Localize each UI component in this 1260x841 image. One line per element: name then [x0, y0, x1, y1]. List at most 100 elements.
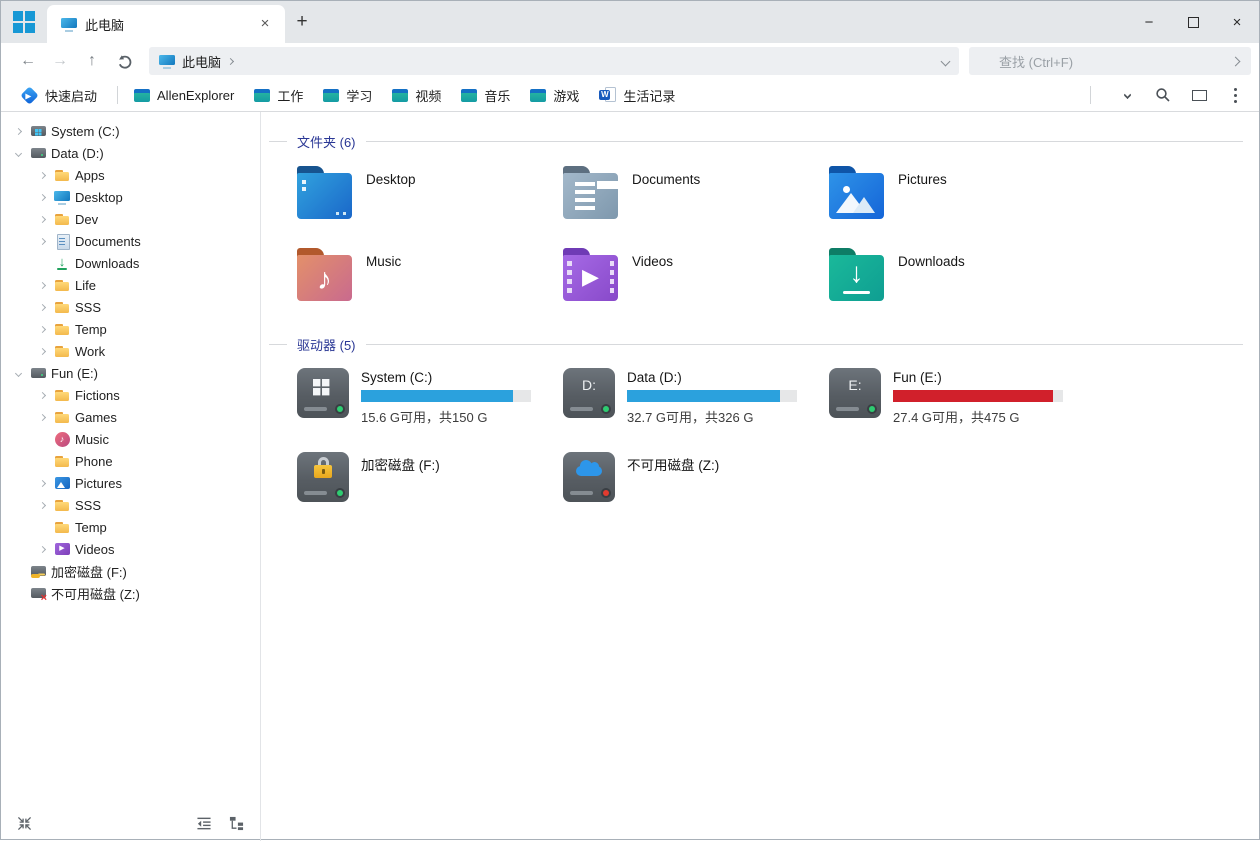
divider: [117, 86, 118, 104]
view-button[interactable]: [1185, 82, 1213, 108]
undo-button[interactable]: [109, 47, 139, 75]
folder-icon: [54, 343, 70, 359]
chevron-right-icon[interactable]: [35, 234, 49, 248]
sidebar-item-dev[interactable]: Dev: [1, 208, 260, 230]
collapse-all-button[interactable]: [17, 816, 32, 831]
folders-section-header[interactable]: 文件夹 (6): [297, 132, 1243, 151]
sidebar-item-system-c[interactable]: System (C:): [1, 120, 260, 142]
collapse-indent-button[interactable]: [196, 816, 212, 831]
new-tab-button[interactable]: +: [285, 1, 319, 43]
address-dropdown-icon[interactable]: [941, 56, 951, 66]
sidebar-item-music[interactable]: Music: [1, 428, 260, 450]
sidebar-item-downloads[interactable]: Downloads: [1, 252, 260, 274]
sidebar-item-fun-e[interactable]: Fun (E:): [1, 362, 260, 384]
maximize-button[interactable]: [1171, 1, 1215, 43]
back-button[interactable]: ←: [13, 47, 43, 75]
drives-section-header[interactable]: 驱动器 (5): [297, 335, 1243, 354]
search-expand-icon[interactable]: [1231, 56, 1241, 66]
chevron-right-icon[interactable]: [35, 278, 49, 292]
toolbar-item-life-notes[interactable]: W 生活记录: [597, 86, 677, 105]
more-options-button[interactable]: [1221, 82, 1249, 108]
chevron-right-icon[interactable]: [35, 388, 49, 402]
app-logo-button[interactable]: [1, 1, 47, 43]
sidebar-item-temp-d[interactable]: Temp: [1, 318, 260, 340]
sidebar-item-pictures[interactable]: Pictures: [1, 472, 260, 494]
folder-tile-music[interactable]: ♪ Music: [297, 247, 563, 309]
chevron-right-icon[interactable]: [35, 300, 49, 314]
sidebar-item-games[interactable]: Games: [1, 406, 260, 428]
sidebar-item-documents[interactable]: Documents: [1, 230, 260, 252]
sidebar-item-fictions[interactable]: Fictions: [1, 384, 260, 406]
drive-icon: [30, 365, 46, 381]
folder-tile-pictures[interactable]: Pictures: [829, 165, 1095, 227]
folder-icon: [54, 387, 70, 403]
double-chevron-down-icon: [1125, 94, 1130, 96]
toolbar-item-video[interactable]: 视频: [390, 86, 443, 105]
search-button[interactable]: [1149, 82, 1177, 108]
sidebar-item-sss-d[interactable]: SSS: [1, 296, 260, 318]
sidebar-item-sss-e[interactable]: SSS: [1, 494, 260, 516]
tab-close-icon[interactable]: ×: [255, 14, 275, 34]
sidebar-item-apps[interactable]: Apps: [1, 164, 260, 186]
breadcrumb-location[interactable]: 此电脑: [182, 52, 221, 71]
breadcrumb[interactable]: 此电脑: [149, 47, 959, 75]
toolbar-item-games[interactable]: 游戏: [528, 86, 581, 105]
folder-tile-desktop[interactable]: Desktop: [297, 165, 563, 227]
kebab-menu-icon: [1234, 88, 1237, 103]
folder-icon: [54, 409, 70, 425]
folder-tile-videos[interactable]: ▶ Videos: [563, 247, 829, 309]
folder-tile-downloads[interactable]: ↓ Downloads: [829, 247, 1095, 309]
chevron-spacer: [11, 564, 25, 578]
drive-tile-unavailable-z[interactable]: 不可用磁盘 (Z:): [563, 452, 829, 516]
sidebar-item-desktop[interactable]: Desktop: [1, 186, 260, 208]
word-document-icon: W: [599, 87, 616, 103]
chevron-right-icon[interactable]: [35, 190, 49, 204]
sidebar-item-temp-e[interactable]: Temp: [1, 516, 260, 538]
minimize-button[interactable]: −: [1127, 1, 1171, 43]
sidebar-item-work[interactable]: Work: [1, 340, 260, 362]
folders-header-label: 文件夹 (6): [297, 132, 356, 151]
chevron-down-icon[interactable]: [11, 366, 25, 380]
folder-tile-documents[interactable]: Documents: [563, 165, 829, 227]
drive-tile-encrypted-f[interactable]: 加密磁盘 (F:): [297, 452, 563, 516]
chevron-right-icon[interactable]: [11, 124, 25, 138]
folder-label: Music: [366, 254, 401, 269]
drive-tile-fun-e[interactable]: E: Fun (E:) 27.4 G可用，共475 G: [829, 368, 1095, 432]
chevron-right-icon[interactable]: [35, 498, 49, 512]
drive-tile-data-d[interactable]: D: Data (D:) 32.7 G可用，共326 G: [563, 368, 829, 432]
chevron-right-icon[interactable]: [35, 322, 49, 336]
drive-capacity: 32.7 G可用，共326 G: [627, 407, 797, 426]
chevron-right-icon[interactable]: [35, 344, 49, 358]
expand-toolbar-button[interactable]: [1113, 82, 1141, 108]
chevron-right-icon[interactable]: [35, 168, 49, 182]
tab-this-pc[interactable]: 此电脑 ×: [47, 5, 285, 43]
forward-button[interactable]: →: [45, 47, 75, 75]
sidebar-item-data-d[interactable]: Data (D:): [1, 142, 260, 164]
chevron-right-icon[interactable]: [35, 476, 49, 490]
chevron-right-icon[interactable]: [35, 542, 49, 556]
tree-view-button[interactable]: [229, 816, 244, 831]
toolbar-item-work[interactable]: 工作: [252, 86, 305, 105]
sidebar-item-encrypted-f[interactable]: 加密磁盘 (F:): [1, 560, 260, 582]
sidebar-item-phone[interactable]: Phone: [1, 450, 260, 472]
chevron-spacer: [35, 454, 49, 468]
chevron-right-icon[interactable]: [35, 212, 49, 226]
sidebar-item-unavailable-z[interactable]: 不可用磁盘 (Z:): [1, 582, 260, 604]
toolbar-item-music[interactable]: 音乐: [459, 86, 512, 105]
maximize-icon: [1188, 17, 1199, 28]
drive-capacity: 27.4 G可用，共475 G: [893, 407, 1063, 426]
toolbar-item-label: AllenExplorer: [157, 88, 234, 103]
up-button[interactable]: ↑: [77, 47, 107, 75]
toolbar-item-study[interactable]: 学习: [321, 86, 374, 105]
drive-tile-system-c[interactable]: System (C:) 15.6 G可用，共150 G: [297, 368, 563, 432]
quick-launch-button[interactable]: 快速启动: [19, 86, 99, 105]
sidebar-item-life[interactable]: Life: [1, 274, 260, 296]
folder-icon: [54, 321, 70, 337]
close-button[interactable]: ×: [1215, 1, 1259, 43]
chevron-right-icon[interactable]: [35, 410, 49, 424]
chevron-down-icon[interactable]: [11, 146, 25, 160]
toolbar-item-allenexplorer[interactable]: AllenExplorer: [132, 88, 236, 103]
search-input[interactable]: 查找 (Ctrl+F): [969, 47, 1251, 75]
sidebar-item-videos[interactable]: Videos: [1, 538, 260, 560]
sidebar-item-label: Apps: [75, 168, 105, 183]
